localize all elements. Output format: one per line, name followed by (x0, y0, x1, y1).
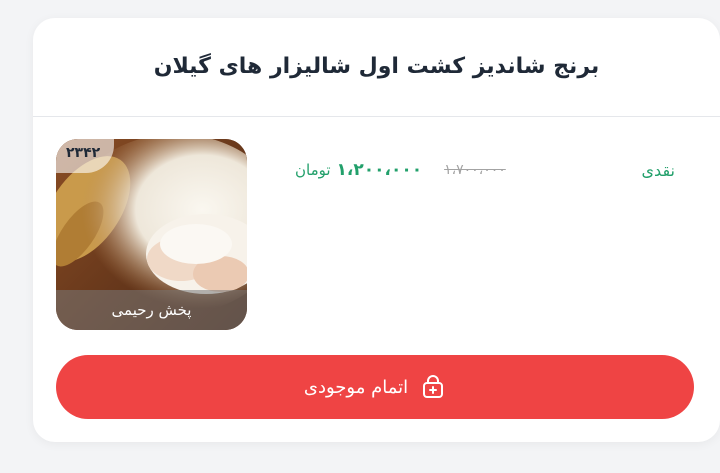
out-of-stock-label: اتمام موجودی (303, 376, 409, 398)
product-header: برنج شاندیز کشت اول شالیزار های گیلان (33, 18, 720, 117)
payment-type-label: نقدی (641, 160, 675, 180)
product-image[interactable]: ۲۳۴۲ پخش رحیمی (56, 139, 247, 330)
out-of-stock-button[interactable]: اتمام موجودی (56, 355, 694, 419)
seller-name: پخش رحیمی (56, 290, 247, 330)
bag-plus-icon (423, 375, 444, 398)
product-title: برنج شاندیز کشت اول شالیزار های گیلان (153, 53, 600, 79)
current-price-value: ۱،۲۰۰،۰۰۰ (336, 160, 423, 180)
currency-label: تومان (295, 161, 331, 179)
price-row: ۱،۲۰۰،۰۰۰ تومان ۱،۷۰۰،۰۰۰ نقدی (295, 158, 675, 182)
old-price: ۱،۷۰۰،۰۰۰ (444, 162, 506, 178)
product-card: برنج شاندیز کشت اول شالیزار های گیلان ۲۳… (33, 18, 720, 442)
current-price: ۱،۲۰۰،۰۰۰ تومان (295, 160, 422, 180)
